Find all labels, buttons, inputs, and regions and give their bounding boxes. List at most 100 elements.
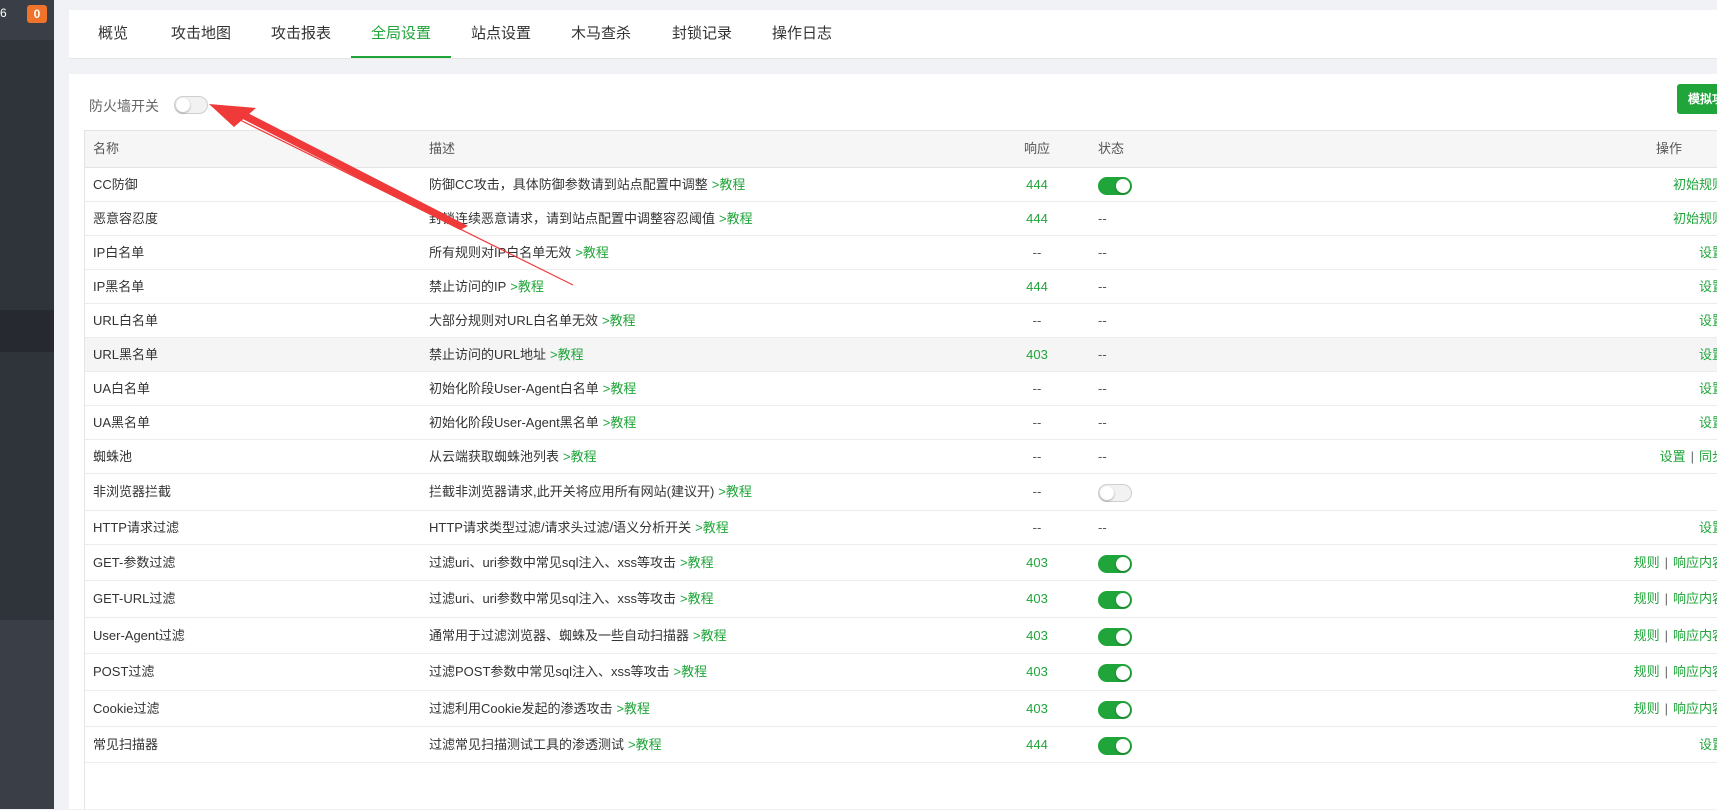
- rule-actions: 初始规则: [1673, 202, 1717, 235]
- tutorial-link[interactable]: >教程: [680, 591, 714, 606]
- rule-action-link[interactable]: 设置: [1699, 279, 1717, 294]
- tutorial-link[interactable]: >教程: [718, 484, 752, 499]
- rule-desc: 通常用于过滤浏览器、蜘蛛及一些自动扫描器 >教程: [429, 618, 727, 653]
- rule-action-link[interactable]: 设置: [1699, 313, 1717, 328]
- rule-action-link[interactable]: 设置: [1699, 415, 1717, 430]
- rule-action-link[interactable]: 设置: [1660, 449, 1686, 464]
- table-row: IP白名单 所有规则对IP白名单无效>教程 -- -- 设置: [85, 236, 1717, 270]
- tab-trojan-scan[interactable]: 木马查杀: [569, 10, 633, 58]
- rule-action-link[interactable]: 响应内容: [1673, 591, 1717, 606]
- rule-status: --: [1098, 313, 1107, 328]
- tutorial-link[interactable]: >教程: [575, 245, 609, 260]
- header-name: 名称: [93, 141, 120, 156]
- rule-desc: 过滤uri、uri参数中常见sql注入、xss等攻击 >教程: [429, 545, 714, 580]
- rule-actions: 设置: [1699, 511, 1717, 544]
- tab-global-settings[interactable]: 全局设置: [351, 10, 451, 58]
- rule-action-link[interactable]: 响应内容: [1673, 664, 1717, 679]
- rule-action-link[interactable]: 初始规则: [1673, 177, 1717, 192]
- rule-status-toggle[interactable]: [1098, 664, 1132, 682]
- tutorial-link[interactable]: >教程: [616, 701, 650, 716]
- rule-desc: 拦截非浏览器请求,此开关将应用所有网站(建议开) >教程: [429, 474, 752, 510]
- rule-response: --: [1032, 415, 1042, 430]
- rule-desc-text: 过滤uri、uri参数中常见sql注入、xss等攻击: [429, 555, 677, 570]
- rule-action-link[interactable]: 规则: [1634, 555, 1660, 570]
- rule-status-toggle[interactable]: [1098, 177, 1132, 195]
- rule-action-link[interactable]: 设置: [1699, 245, 1717, 260]
- tutorial-link[interactable]: >教程: [674, 664, 708, 679]
- rule-action-link[interactable]: 规则: [1634, 664, 1660, 679]
- rule-desc: 禁止访问的IP >教程: [429, 270, 544, 303]
- rule-action-link[interactable]: 设置: [1699, 381, 1717, 396]
- tutorial-link[interactable]: >教程: [680, 555, 714, 570]
- rule-action-link[interactable]: 设置: [1699, 737, 1717, 752]
- rule-desc: 所有规则对IP白名单无效 >教程: [429, 236, 609, 269]
- rule-action-link[interactable]: 设置: [1699, 520, 1717, 535]
- simulate-attack-button[interactable]: 模拟攻击: [1677, 84, 1717, 114]
- rule-action-link[interactable]: 响应内容: [1673, 628, 1717, 643]
- tutorial-link[interactable]: >教程: [695, 520, 729, 535]
- table-row: HTTP请求过滤 HTTP请求类型过滤/请求头过滤/语义分析开关>教程 -- -- 设置: [85, 511, 1717, 545]
- rule-response: 403: [1026, 347, 1048, 362]
- tab-attack-map[interactable]: 攻击地图: [169, 10, 233, 58]
- rule-status: --: [1098, 449, 1107, 464]
- sidebar-item-active[interactable]: [0, 310, 54, 352]
- rule-desc-text: 拦截非浏览器请求,此开关将应用所有网站(建议开): [429, 484, 715, 499]
- tutorial-link[interactable]: >教程: [602, 313, 636, 328]
- tutorial-link[interactable]: >教程: [563, 449, 597, 464]
- rule-desc: 过滤常见扫描测试工具的渗透测试 >教程: [429, 727, 662, 762]
- tutorial-link[interactable]: >教程: [510, 279, 544, 294]
- rule-desc: 大部分规则对URL白名单无效 >教程: [429, 304, 636, 337]
- header-op: 操作: [1656, 141, 1683, 156]
- sidebar: 6 0: [0, 0, 54, 809]
- action-separator: |: [1664, 555, 1668, 570]
- rule-name: IP白名单: [93, 245, 145, 260]
- table-row: URL黑名单 禁止访问的URL地址>教程 403 -- 设置: [85, 338, 1717, 372]
- tutorial-link[interactable]: >教程: [550, 347, 584, 362]
- tab-block-records[interactable]: 封锁记录: [670, 10, 734, 58]
- tutorial-link[interactable]: >教程: [693, 628, 727, 643]
- table-row: UA白名单 初始化阶段User-Agent白名单 >教程 -- -- 设置: [85, 372, 1717, 406]
- rule-response: 403: [1026, 555, 1048, 570]
- rule-action-link[interactable]: 响应内容: [1673, 555, 1717, 570]
- tutorial-link[interactable]: >教程: [712, 177, 746, 192]
- rule-action-link[interactable]: 规则: [1634, 591, 1660, 606]
- rule-status-toggle[interactable]: [1098, 484, 1132, 502]
- rule-action-link[interactable]: 响应内容: [1673, 701, 1717, 716]
- rule-status-toggle[interactable]: [1098, 591, 1132, 609]
- tab-operation-log[interactable]: 操作日志: [770, 10, 834, 58]
- rule-status-toggle[interactable]: [1098, 628, 1132, 646]
- rule-response: 403: [1026, 628, 1048, 643]
- tutorial-link[interactable]: >教程: [603, 415, 637, 430]
- tutorial-link[interactable]: >教程: [603, 381, 637, 396]
- rule-response: --: [1032, 245, 1042, 260]
- rule-status-toggle[interactable]: [1098, 737, 1132, 755]
- rule-name: Cookie过滤: [93, 701, 160, 716]
- rule-desc-text: 防御CC攻击，具体防御参数请到站点配置中调整: [429, 177, 708, 192]
- rule-response: --: [1032, 449, 1042, 464]
- rule-status-toggle[interactable]: [1098, 555, 1132, 573]
- tutorial-link[interactable]: >教程: [628, 737, 662, 752]
- rule-action-link[interactable]: 规则: [1634, 628, 1660, 643]
- rule-actions: 初始规则: [1673, 168, 1717, 201]
- rule-action-link[interactable]: 初始规则: [1673, 211, 1717, 226]
- rule-response: --: [1032, 520, 1042, 535]
- toggle-knob: [1100, 486, 1114, 500]
- rule-desc-text: 禁止访问的URL地址: [429, 347, 547, 362]
- rule-status: --: [1098, 381, 1107, 396]
- tab-site-settings[interactable]: 站点设置: [469, 10, 533, 58]
- toggle-knob: [1116, 703, 1130, 717]
- rule-action-link[interactable]: 设置: [1699, 347, 1717, 362]
- rule-desc-text: 大部分规则对URL白名单无效: [429, 313, 599, 328]
- rule-status-toggle[interactable]: [1098, 701, 1132, 719]
- tab-overview[interactable]: 概览: [87, 10, 139, 58]
- tutorial-link[interactable]: >教程: [719, 211, 753, 226]
- firewall-toggle[interactable]: [174, 96, 208, 114]
- rule-action-link[interactable]: 规则: [1634, 701, 1660, 716]
- table-row: User-Agent过滤 通常用于过滤浏览器、蜘蛛及一些自动扫描器 >教程 403 规则…: [85, 618, 1717, 654]
- rule-actions: 设置: [1699, 727, 1717, 762]
- notification-badge[interactable]: 0: [27, 5, 47, 23]
- header-status: 状态: [1098, 141, 1125, 156]
- rule-action-link[interactable]: 同步: [1699, 449, 1717, 464]
- sidebar-top-text: 6: [0, 6, 7, 20]
- tab-attack-report[interactable]: 攻击报表: [269, 10, 333, 58]
